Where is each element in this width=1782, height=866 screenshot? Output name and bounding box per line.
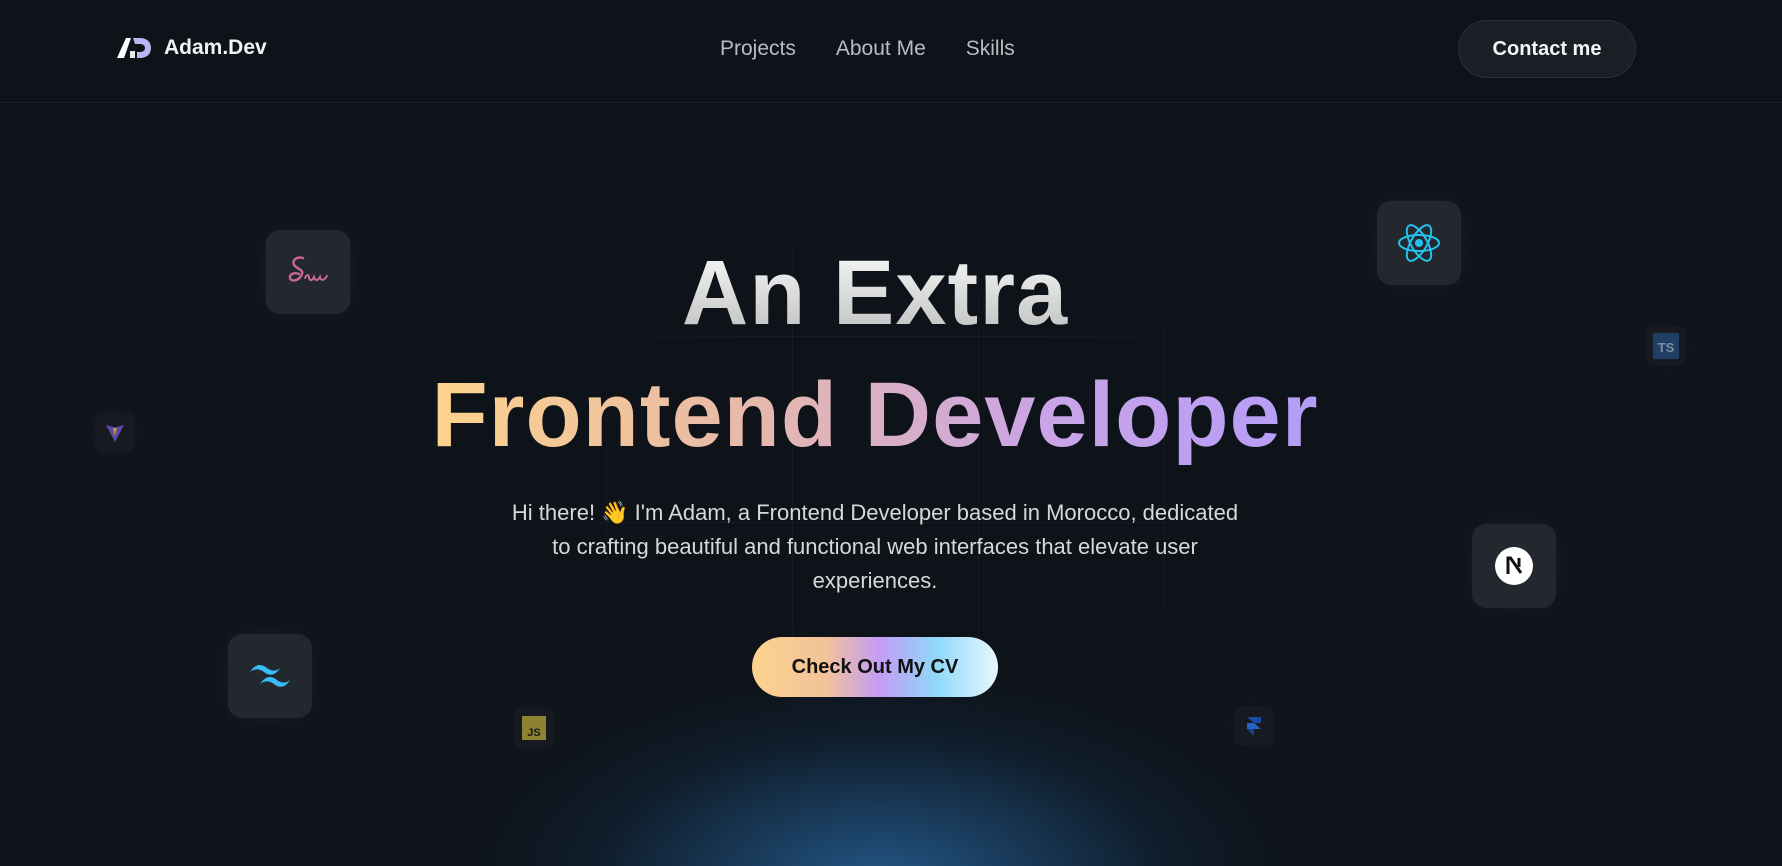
react-tile xyxy=(1377,201,1461,285)
typescript-icon: TS xyxy=(1653,333,1679,359)
javascript-icon: JS xyxy=(522,716,546,740)
nav-link-projects[interactable]: Projects xyxy=(720,37,796,61)
hero-description: Hi there! 👋 I'm Adam, a Frontend Develop… xyxy=(511,500,1239,593)
svg-text:TS: TS xyxy=(1658,340,1675,355)
vite-tile xyxy=(95,413,135,453)
brand-logo-icon xyxy=(117,38,151,58)
svg-text:JS: JS xyxy=(527,727,540,739)
tailwind-tile xyxy=(228,634,312,718)
contact-button[interactable]: Contact me xyxy=(1458,20,1636,78)
vite-icon xyxy=(106,425,124,442)
brand-name: Adam.Dev xyxy=(164,36,267,59)
nav-links: Projects About Me Skills xyxy=(720,37,1015,61)
page: Adam.Dev Projects About Me Skills Contac… xyxy=(0,0,1782,866)
nav-link-skills[interactable]: Skills xyxy=(966,37,1015,61)
tailwind-icon xyxy=(250,664,290,687)
check-out-cv-button[interactable]: Check Out My CV xyxy=(752,637,998,697)
hero-title-gradient-text: Frontend Developer xyxy=(431,364,1319,466)
framer-icon xyxy=(1247,717,1261,736)
framer-tile xyxy=(1234,706,1274,746)
react-icon xyxy=(1398,224,1440,262)
navbar: Adam.Dev Projects About Me Skills Contac… xyxy=(0,0,1782,103)
sass-icon xyxy=(288,256,328,282)
nextjs-icon xyxy=(1495,547,1533,585)
hero-title-line-1: An Extra xyxy=(0,238,1750,348)
nav-link-about-me[interactable]: About Me xyxy=(836,37,926,61)
brand-link[interactable]: Adam.Dev xyxy=(116,36,267,60)
sass-tile xyxy=(266,230,350,314)
javascript-tile: JS xyxy=(514,708,554,748)
typescript-tile: TS xyxy=(1646,326,1686,366)
nextjs-tile xyxy=(1472,524,1556,608)
hero-title-line-2: Frontend Developer xyxy=(0,360,1750,470)
